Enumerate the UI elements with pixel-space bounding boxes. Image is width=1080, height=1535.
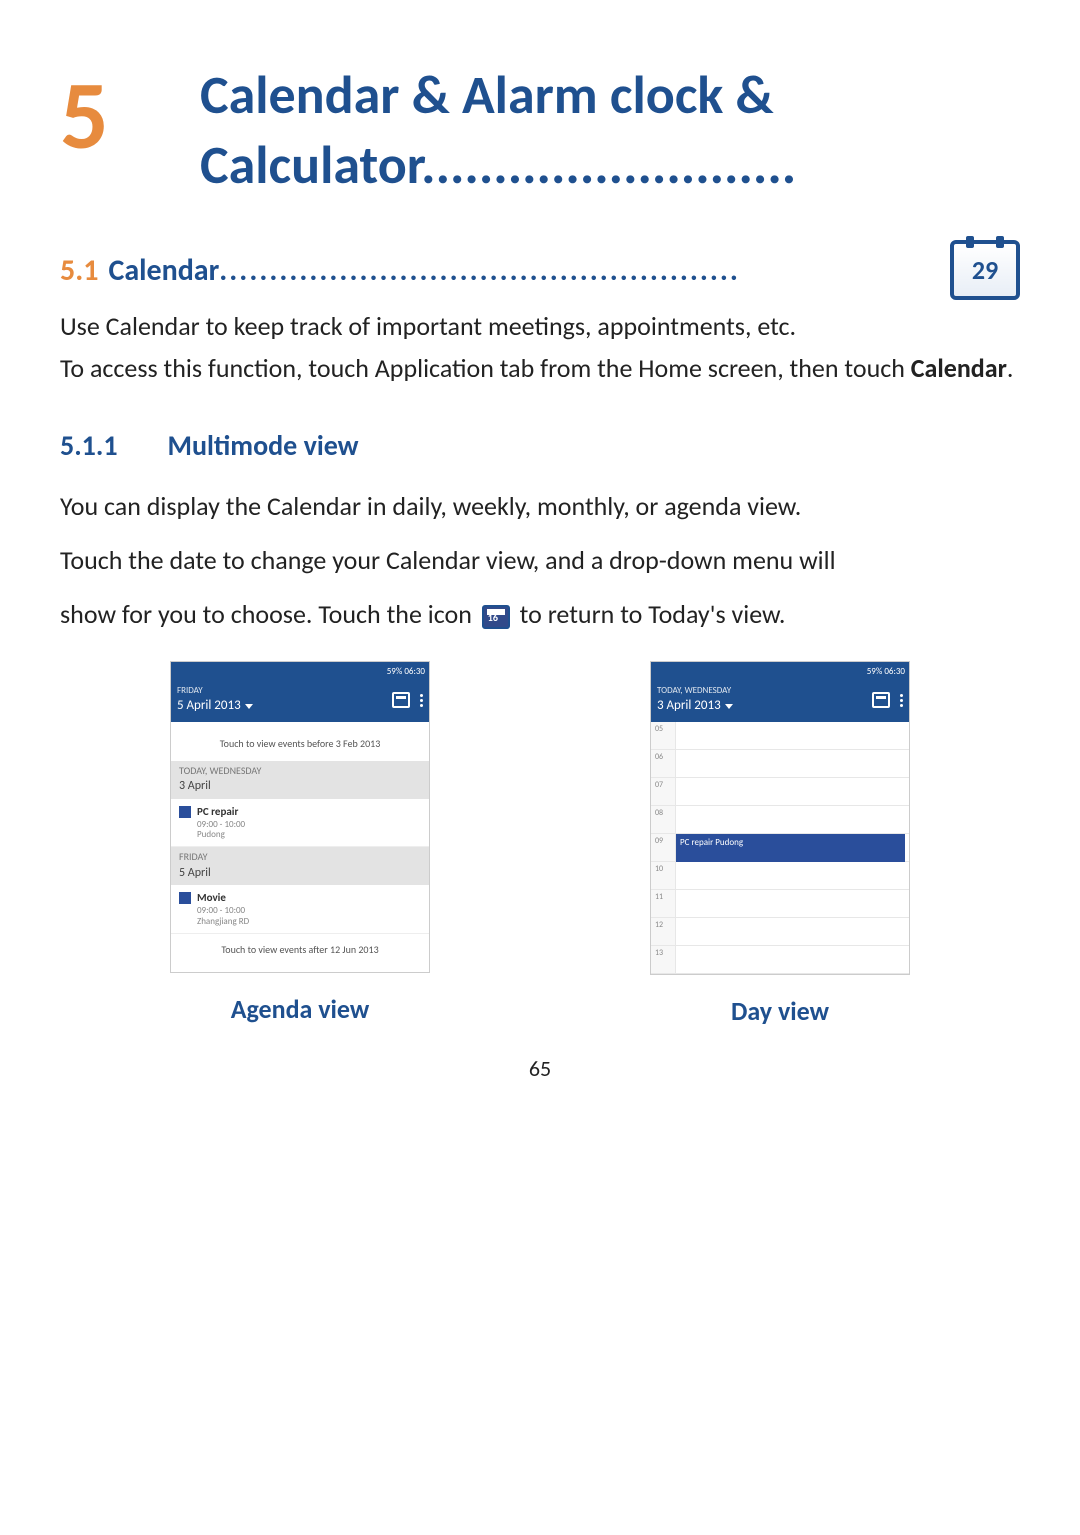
agenda-event-2[interactable]: Movie 09:00 - 10:00 Zhangjiang RD (171, 885, 429, 934)
app-bar-icons (872, 692, 903, 708)
agenda-group-2-header: FRIDAY 5 April (171, 847, 429, 885)
status-bar: 59% 06:30 (651, 662, 909, 680)
agenda-column: 59% 06:30 FRIDAY 5 April 2013 Touch to v… (89, 661, 511, 1031)
app-bar-weekday: FRIDAY (177, 684, 253, 697)
hour-row: 12 (651, 918, 909, 946)
event-1-title: PC repair (197, 804, 245, 820)
chevron-down-icon (245, 704, 253, 709)
event-color-icon (179, 892, 191, 904)
subsection-para1: You can display the Calendar in daily, w… (60, 488, 1020, 526)
app-bar-left: FRIDAY 5 April 2013 (177, 684, 253, 716)
hour-cell[interactable] (675, 862, 909, 889)
hour-row: 13 (651, 946, 909, 974)
section-5-1-row: 5.1 Calendar ...........................… (60, 240, 1020, 300)
hour-cell[interactable] (675, 778, 909, 805)
para2-a: To access this function, touch Applicati… (60, 352, 911, 384)
app-bar-date[interactable]: 5 April 2013 (177, 697, 253, 716)
chapter-title: Calendar & Alarm clock & Calculator.....… (200, 60, 1020, 200)
para2-b: . (1007, 352, 1014, 384)
agenda-body: Touch to view events before 3 Feb 2013 T… (171, 722, 429, 972)
event-2-title: Movie (197, 890, 249, 906)
app-bar-weekday: TODAY, WEDNESDAY (657, 684, 733, 697)
status-bar: 59% 06:30 (171, 662, 429, 680)
day-caption: Day view (731, 993, 829, 1031)
subsection-para2: Touch the date to change your Calendar v… (60, 542, 1020, 580)
overflow-menu-icon[interactable] (900, 694, 903, 707)
agenda-hint-before[interactable]: Touch to view events before 3 Feb 2013 (171, 728, 429, 761)
subsection-para3: show for you to choose. Touch the icon t… (60, 596, 1020, 634)
para3-b: to return to Today's view. (520, 598, 786, 630)
day-body: 05 06 07 08 09 PC repair Pudong 10 11 12… (651, 722, 909, 974)
hour-row: 07 (651, 778, 909, 806)
hour-row: 05 (651, 722, 909, 750)
section-number: 5.1 (60, 249, 98, 293)
agenda-group-2-sub: FRIDAY (179, 850, 207, 863)
agenda-event-1[interactable]: PC repair 09:00 - 10:00 Pudong (171, 799, 429, 848)
screenshots-row: 59% 06:30 FRIDAY 5 April 2013 Touch to v… (60, 661, 1020, 1031)
calendar-app-icon: 29 (950, 240, 1020, 300)
hour-cell[interactable] (675, 722, 909, 749)
section-5-1-heading: 5.1 Calendar ...........................… (60, 249, 740, 293)
hour-label: 10 (651, 862, 675, 889)
subsection-5-1-1-heading: 5.1.1 Multimode view (60, 426, 1020, 467)
calendar-app-bar: FRIDAY 5 April 2013 (171, 680, 429, 722)
hour-label: 11 (651, 890, 675, 917)
app-bar-date[interactable]: 3 April 2013 (657, 697, 733, 716)
hour-row: 10 (651, 862, 909, 890)
overflow-menu-icon[interactable] (420, 694, 423, 707)
hour-label: 12 (651, 918, 675, 945)
hour-label: 07 (651, 778, 675, 805)
status-text: 59% 06:30 (387, 665, 425, 678)
agenda-group-2-main: 5 April (179, 865, 421, 882)
calendar-icon-day: 29 (972, 252, 998, 290)
hour-label: 08 (651, 806, 675, 833)
hour-label: 09 (651, 834, 675, 861)
hour-label: 13 (651, 946, 675, 973)
agenda-hint-after[interactable]: Touch to view events after 12 Jun 2013 (171, 934, 429, 967)
hour-cell[interactable] (675, 806, 909, 833)
event-1-loc: Pudong (197, 830, 245, 841)
hour-row: 11 (651, 890, 909, 918)
hour-cell[interactable] (675, 918, 909, 945)
section-5-1-para1: Use Calendar to keep track of important … (60, 308, 1020, 346)
chapter-number: 5 (60, 60, 200, 164)
hour-label: 05 (651, 722, 675, 749)
day-column: 59% 06:30 TODAY, WEDNESDAY 3 April 2013 … (569, 661, 991, 1031)
agenda-caption: Agenda view (231, 991, 370, 1029)
jump-today-icon[interactable] (872, 692, 890, 708)
calendar-app-bar: TODAY, WEDNESDAY 3 April 2013 (651, 680, 909, 722)
section-title: Calendar (108, 249, 219, 293)
hour-row: 09 PC repair Pudong (651, 834, 909, 862)
para3-a: show for you to choose. Touch the icon (60, 598, 478, 630)
agenda-group-1-main: 3 April (179, 778, 421, 795)
status-text: 59% 06:30 (867, 665, 905, 678)
subsection-title: Multimode view (168, 426, 359, 467)
agenda-group-1-sub: TODAY, WEDNESDAY (179, 764, 261, 777)
event-color-icon (179, 806, 191, 818)
hour-label: 06 (651, 750, 675, 777)
section-dots: ........................................… (219, 249, 740, 293)
today-icon (482, 605, 510, 629)
hour-cell[interactable] (675, 890, 909, 917)
page-number: 65 (60, 1053, 1020, 1085)
chapter-header: 5 Calendar & Alarm clock & Calculator...… (60, 60, 1020, 200)
hour-row: 06 (651, 750, 909, 778)
subsection-number: 5.1.1 (60, 426, 118, 467)
hour-cell[interactable] (675, 946, 909, 973)
app-bar-left: TODAY, WEDNESDAY 3 April 2013 (657, 684, 733, 716)
hour-cell[interactable]: PC repair Pudong (675, 834, 909, 861)
section-5-1-para2: To access this function, touch Applicati… (60, 350, 1020, 388)
para2-strong: Calendar (911, 352, 1007, 384)
app-bar-icons (392, 692, 423, 708)
hour-cell[interactable] (675, 750, 909, 777)
chevron-down-icon (725, 704, 733, 709)
jump-today-icon[interactable] (392, 692, 410, 708)
hour-row: 08 (651, 806, 909, 834)
app-bar-date-text: 5 April 2013 (177, 697, 241, 716)
agenda-group-1-header: TODAY, WEDNESDAY 3 April (171, 761, 429, 799)
app-bar-date-text: 3 April 2013 (657, 697, 721, 716)
event-2-loc: Zhangjiang RD (197, 917, 249, 928)
agenda-screenshot: 59% 06:30 FRIDAY 5 April 2013 Touch to v… (170, 661, 430, 973)
day-screenshot: 59% 06:30 TODAY, WEDNESDAY 3 April 2013 … (650, 661, 910, 975)
